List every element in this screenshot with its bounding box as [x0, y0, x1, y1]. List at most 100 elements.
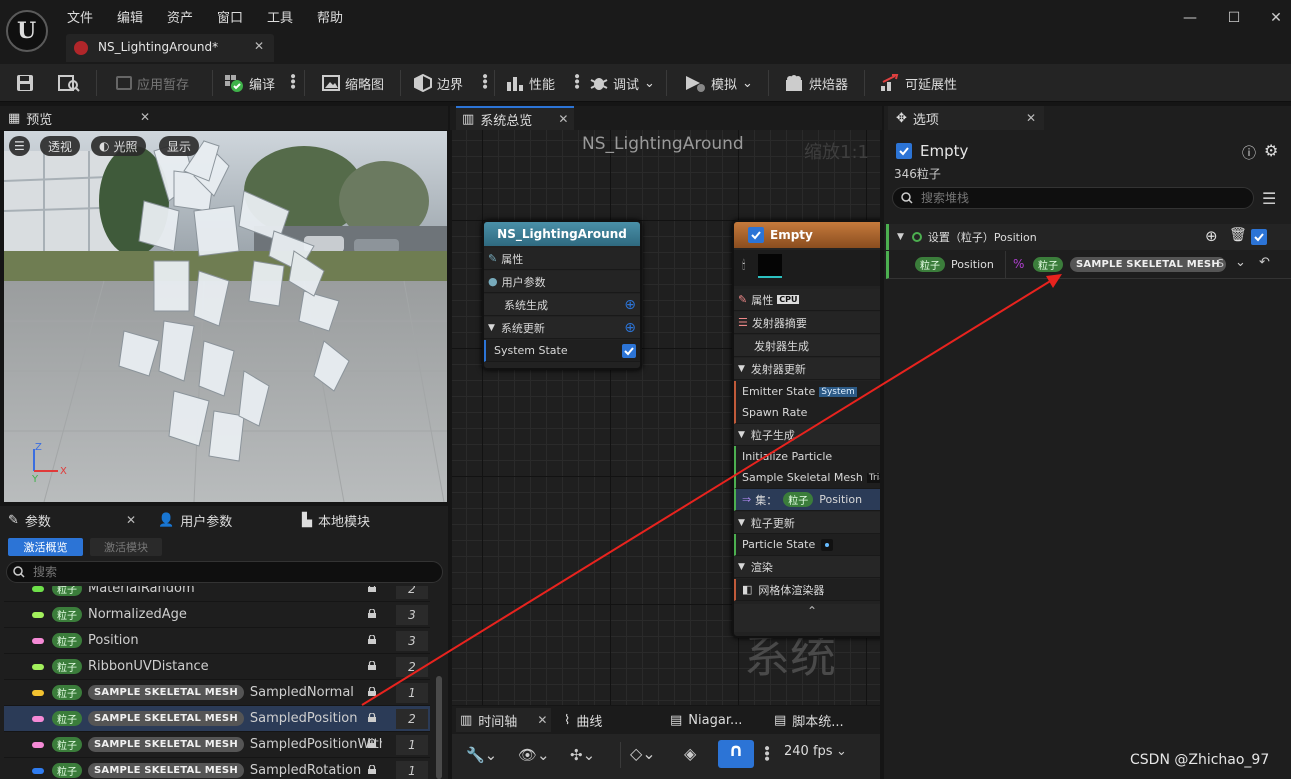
emitter-enabled-checkbox[interactable] [748, 227, 764, 243]
system-node[interactable]: NS_LightingAround ✎ 属性 ● 用户参数 系统生成 ⊕ ▼ 系统更新 ⊕… [482, 220, 642, 370]
initialize-particle-row[interactable]: Initialize Particle [734, 446, 880, 468]
preview-viewport[interactable]: Z X Y ☰ 透视 ◐ 光照 显示 [4, 131, 447, 502]
wrench-icon[interactable]: 🔧⌄ [466, 746, 497, 764]
more-options-icon[interactable]: ••• [758, 744, 774, 760]
tab-curves[interactable]: ⌇ 曲线 [564, 708, 602, 732]
expand-icon[interactable]: ▼ [897, 232, 904, 242]
tab-selection[interactable]: ✥ 选项 ✕ [888, 106, 1044, 130]
params-search-input[interactable] [33, 565, 413, 579]
perspective-button[interactable]: 透视 [40, 136, 81, 156]
collapse-icon[interactable]: ⌃ [734, 604, 880, 632]
filter-modules-button[interactable]: 激活模块 [90, 538, 162, 556]
close-icon[interactable]: ✕ [254, 39, 264, 53]
module-enabled-checkbox[interactable] [1251, 229, 1267, 245]
reset-icon[interactable]: ↶ [1259, 255, 1270, 270]
param-row[interactable]: 粒子 MaterialRandom 2 [4, 586, 430, 602]
menu-asset[interactable]: 资产 [167, 7, 193, 26]
param-row[interactable]: 粒子 SAMPLE SKELETAL MESH SampledRotation 1 [4, 758, 430, 779]
add-icon[interactable]: ⊕ [624, 297, 636, 313]
tab-parameters[interactable]: ✎ 参数 [8, 508, 51, 532]
thumbnail-button[interactable]: 缩略图 [322, 73, 384, 93]
save-icon[interactable] [16, 73, 34, 93]
bounds-button[interactable]: 边界 [414, 73, 463, 93]
stack-search[interactable] [892, 187, 1254, 209]
browse-asset-icon[interactable] [58, 73, 80, 93]
maximize-icon[interactable]: ☐ [1224, 10, 1244, 30]
eye-icon[interactable]: 👁⌄ [518, 746, 550, 764]
close-window-icon[interactable]: ✕ [1266, 10, 1286, 30]
stack-search-input[interactable] [921, 191, 1241, 205]
tab-system-overview[interactable]: ▥ 系统总览 ✕ [456, 106, 575, 130]
key-snap-icon[interactable]: ◈ [684, 744, 696, 763]
show-button[interactable]: 显示 [159, 136, 200, 156]
performance-options-icon[interactable]: ••• [568, 72, 584, 88]
close-icon[interactable]: ✕ [537, 713, 547, 727]
filter-icon[interactable]: ☰ [1262, 189, 1276, 208]
param-row[interactable]: 粒子 Position 3 [4, 628, 430, 654]
system-state-row[interactable]: System State [484, 340, 640, 362]
mesh-renderer-row[interactable]: ◧ 网格体渲染器 [734, 579, 880, 601]
system-update-row[interactable]: ▼ 系统更新 ⊕ [484, 317, 640, 339]
chevron-down-icon[interactable]: ⌄ [836, 744, 847, 759]
tab-user-parameters[interactable]: 👤 用户参数 [158, 508, 232, 532]
emitter-selection-checkbox[interactable] [896, 143, 912, 159]
param-row[interactable]: 粒子 SAMPLE SKELETAL MESH SampledNormal 1 [4, 680, 430, 706]
emitter-state-row[interactable]: Emitter State System [734, 381, 880, 403]
menu-window[interactable]: 窗口 [217, 7, 243, 26]
performance-button[interactable]: 性能 [506, 73, 555, 93]
close-icon[interactable]: ✕ [558, 112, 568, 126]
tab-timeline[interactable]: ▥ 时间轴 ✕ [456, 708, 552, 732]
add-icon[interactable]: ⊕ [624, 320, 636, 336]
module-input-row[interactable]: 粒子 Position % 粒子 SAMPLE SKELETAL MESH S … [886, 251, 1291, 279]
system-state-checkbox[interactable] [622, 343, 636, 358]
compile-button[interactable]: 编译 [224, 73, 275, 93]
tab-script-stats[interactable]: ▤ 脚本统... [774, 708, 844, 732]
system-overview-graph[interactable]: NS_LightingAround 缩放1:1 系统 NS_LightingAr… [452, 130, 880, 705]
params-scrollbar[interactable] [436, 676, 442, 779]
render-row[interactable]: ▼ 渲染 [734, 556, 880, 578]
filter-active-button[interactable]: 激活概览 [8, 538, 83, 556]
debug-button[interactable]: 调试 ⌄ [590, 73, 655, 93]
particle-state-row[interactable]: Particle State [734, 534, 880, 556]
apply-button[interactable]: 应用暂存 [116, 73, 189, 93]
emitter-spawn-row[interactable]: 发射器生成 [734, 335, 880, 357]
bounds-options-icon[interactable]: ••• [476, 72, 492, 88]
viewport-menu-button[interactable]: ☰ [9, 136, 30, 156]
param-row[interactable]: 粒子 RibbonUVDistance 2 [4, 654, 430, 680]
spawn-rate-row[interactable]: Spawn Rate [734, 402, 880, 424]
emitter-update-row[interactable]: ▼ 发射器更新 [734, 358, 880, 380]
menu-tools[interactable]: 工具 [267, 7, 293, 26]
menu-help[interactable]: 帮助 [317, 7, 343, 26]
param-row[interactable]: 粒子 NormalizedAge 3 [4, 602, 430, 628]
simulate-button[interactable]: 模拟 ⌄ [684, 73, 753, 93]
particle-update-row[interactable]: ▼ 粒子更新 [734, 512, 880, 534]
document-tab[interactable]: NS_LightingAround* ✕ [66, 34, 274, 62]
snap-icon[interactable]: ✣⌄ [570, 746, 595, 764]
minimize-icon[interactable]: — [1180, 10, 1200, 30]
particle-spawn-row[interactable]: ▼ 粒子生成 [734, 424, 880, 446]
lighting-button[interactable]: ◐ 光照 [91, 136, 146, 156]
emitter-properties-row[interactable]: ✎ 属性 CPU [734, 289, 880, 311]
system-properties-row[interactable]: ✎ 属性 [484, 248, 640, 270]
param-row[interactable]: 粒子 SAMPLE SKELETAL MESH SampledPositionWit… [4, 732, 430, 758]
gear-icon[interactable]: ⚙ [1264, 141, 1278, 160]
close-icon[interactable]: ✕ [1026, 111, 1036, 125]
info-icon[interactable]: ⓘ [1242, 143, 1256, 163]
emitter-summary-row[interactable]: ☰ 发射器摘要 [734, 312, 880, 334]
menu-file[interactable]: 文件 [67, 7, 93, 26]
key-icon[interactable]: ◇⌄ [630, 744, 656, 763]
close-icon[interactable]: ✕ [140, 110, 150, 124]
emitter-node[interactable]: Empty 🕯 ✎ 属性 CPU ☰ 发射器摘要 发射器生成 ▼ 发射器更新 Emitt… [732, 220, 880, 638]
fps-select[interactable]: 240 fps [784, 744, 833, 759]
menu-edit[interactable]: 编辑 [117, 7, 143, 26]
module-header[interactable]: ▼ 设置（粒子）Position ⊕ 🗑 [886, 224, 1291, 250]
trash-icon[interactable]: 🗑 [1229, 227, 1247, 243]
system-spawn-row[interactable]: 系统生成 ⊕ [484, 294, 640, 316]
magnet-icon[interactable]: ∩ [718, 740, 754, 768]
add-icon[interactable]: ⊕ [1205, 227, 1218, 245]
close-icon[interactable]: ✕ [126, 513, 136, 527]
tab-preview[interactable]: ▦ 预览 [8, 106, 52, 130]
compile-options-icon[interactable]: ••• [284, 72, 300, 88]
tab-local-modules[interactable]: ▙ 本地模块 [302, 508, 370, 532]
system-user-params-row[interactable]: ● 用户参数 [484, 271, 640, 293]
